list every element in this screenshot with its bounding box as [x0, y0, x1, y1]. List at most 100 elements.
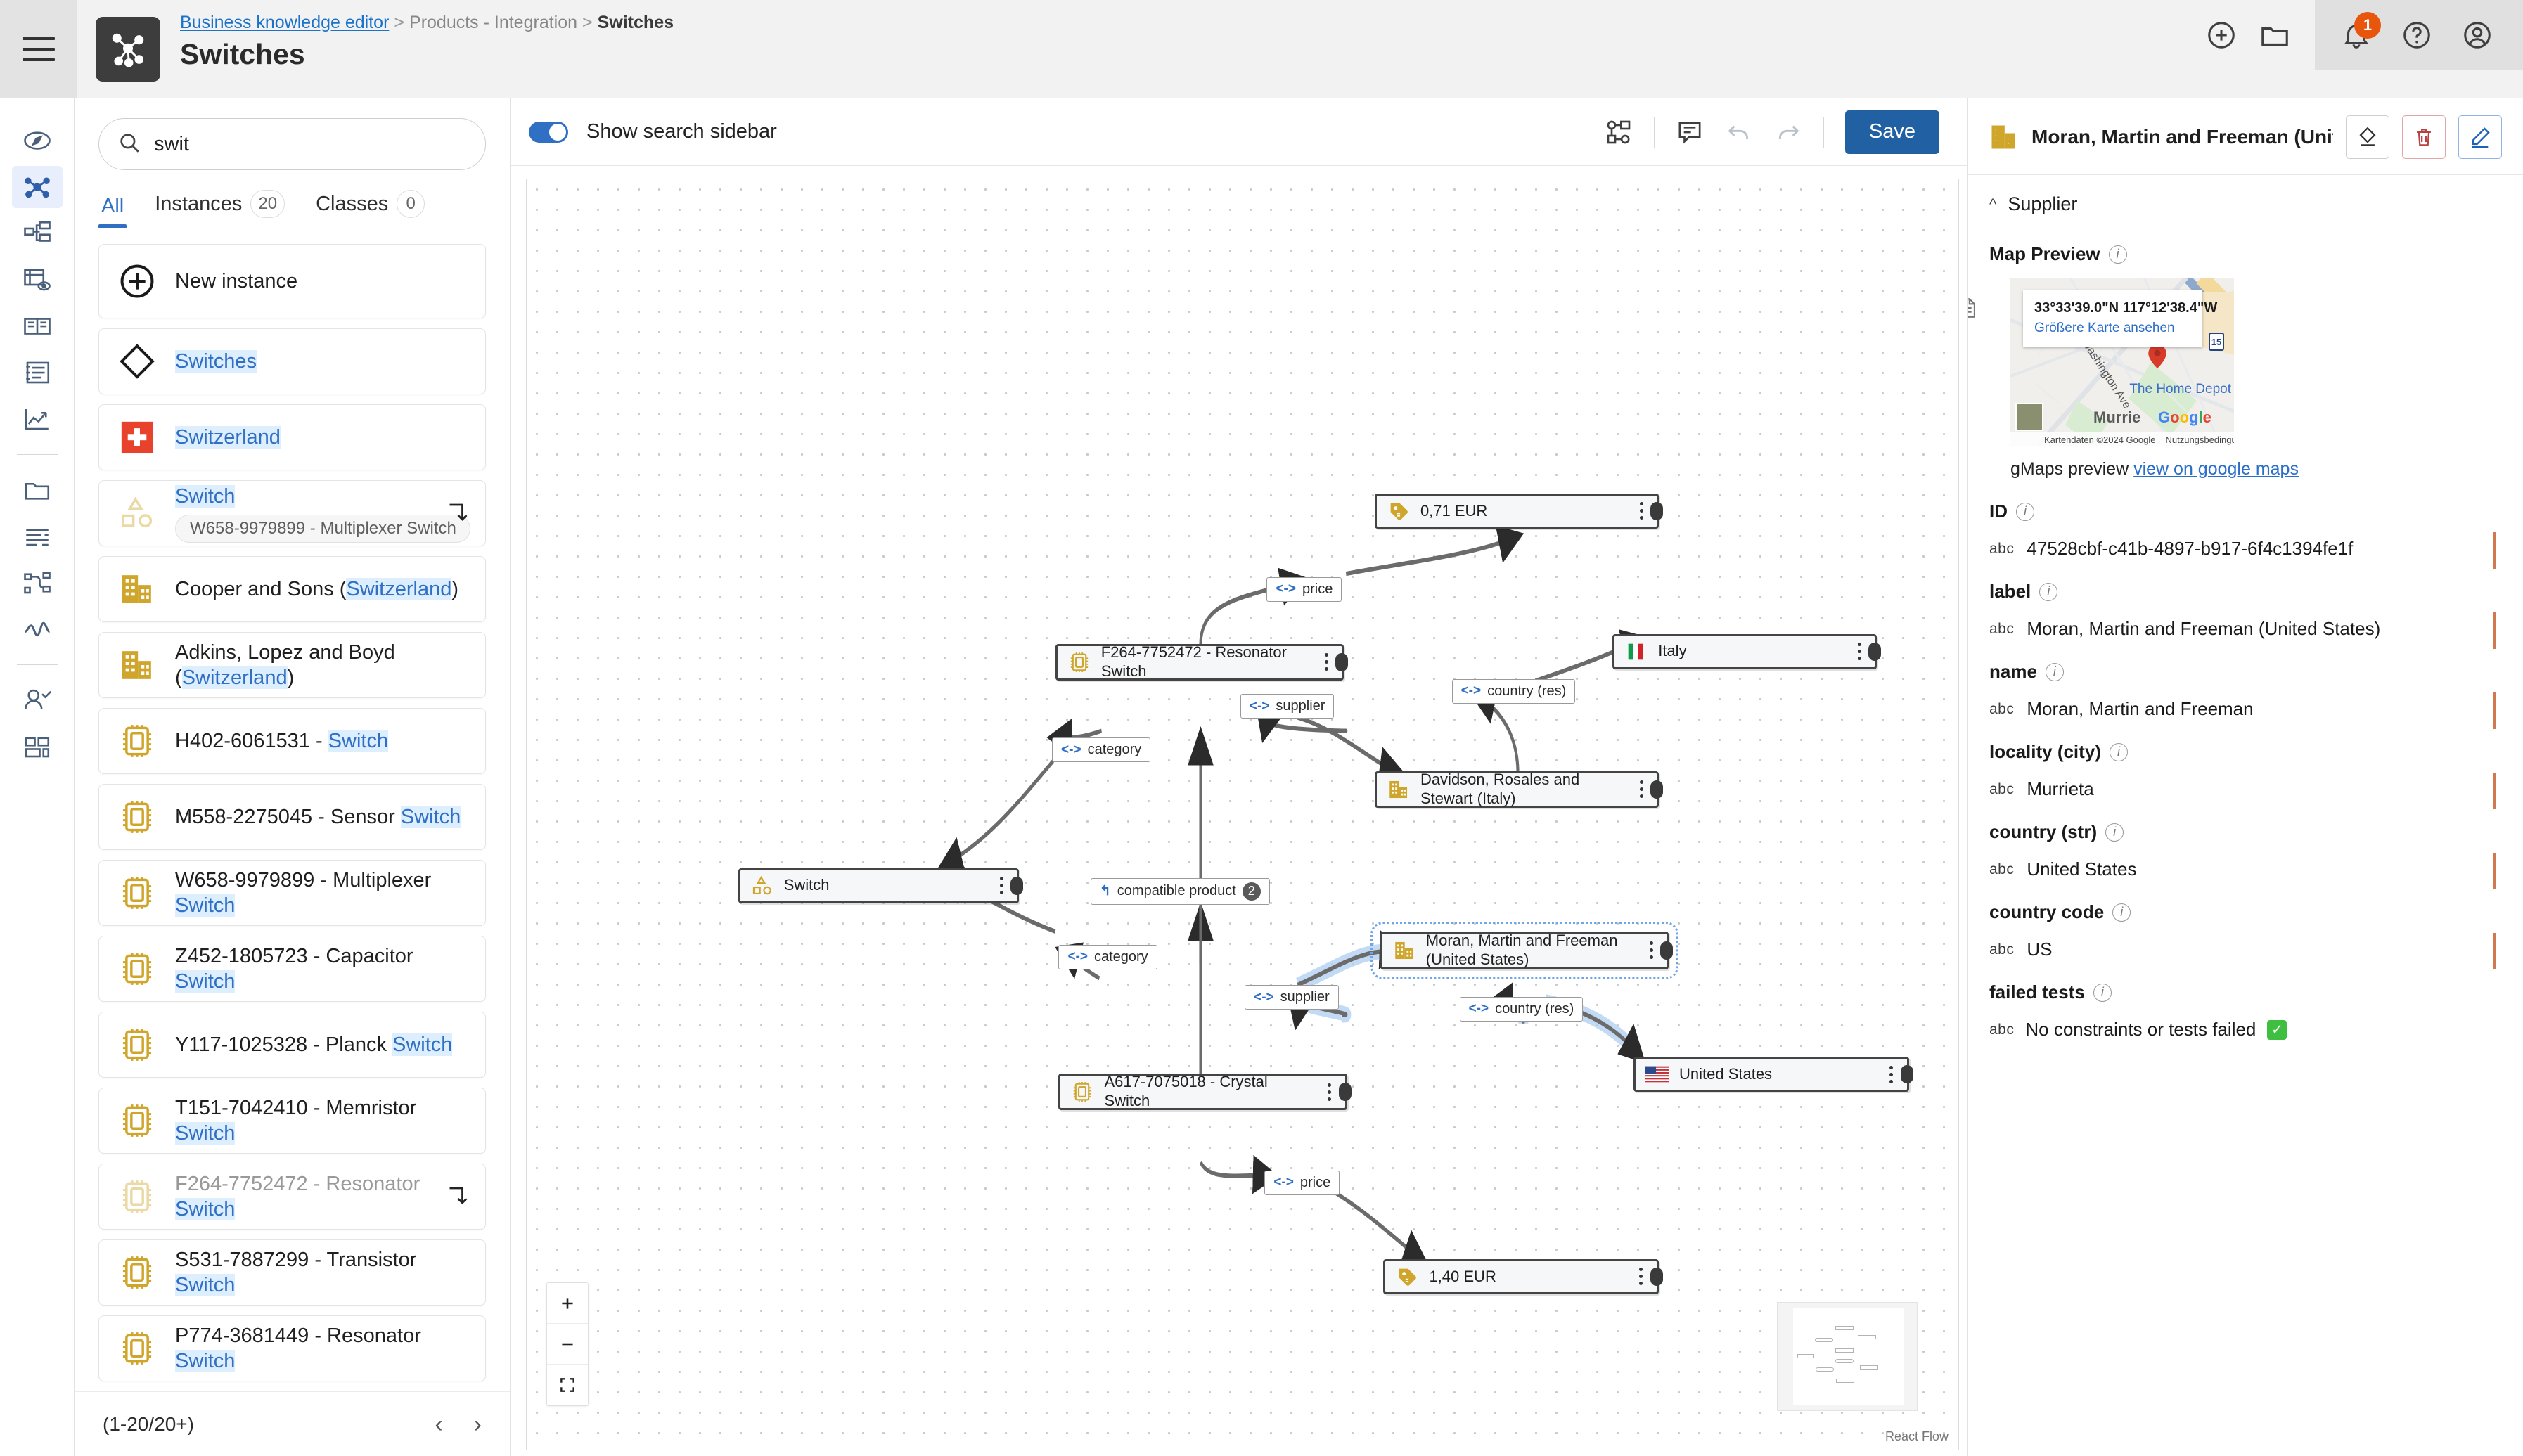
- map-preview[interactable]: arget 15 Washington Ave The Home Depot 3…: [2010, 278, 2234, 446]
- graph-node[interactable]: Switch: [738, 868, 1024, 903]
- map-satellite-thumbnail[interactable]: [2015, 403, 2043, 431]
- notes-icon[interactable]: [12, 352, 63, 394]
- info-icon[interactable]: i: [2112, 903, 2131, 922]
- search-input[interactable]: [154, 132, 467, 156]
- node-menu-button[interactable]: [1885, 1065, 1899, 1083]
- graph-node[interactable]: Davidson, Rosales and Stewart (Italy): [1374, 771, 1663, 808]
- list-item[interactable]: Z452-1805723 - Capacitor Switch: [98, 936, 486, 1002]
- list-item[interactable]: Y117-1025328 - Planck Switch: [98, 1012, 486, 1078]
- view-on-google-maps-link[interactable]: view on google maps: [2133, 459, 2299, 479]
- bell-icon[interactable]: 1: [2340, 12, 2381, 51]
- edge-label[interactable]: <-> category: [1052, 737, 1151, 763]
- node-connection-handle[interactable]: [1650, 501, 1663, 520]
- node-menu-button[interactable]: [1852, 643, 1866, 661]
- zoom-out-button[interactable]: [547, 1324, 588, 1365]
- supplier-section-header[interactable]: ^ Supplier: [1989, 175, 2502, 222]
- node-menu-button[interactable]: [1634, 780, 1648, 799]
- graph-node[interactable]: 0,71 EUR: [1374, 493, 1663, 529]
- edge-label[interactable]: <-> country (res): [1451, 678, 1576, 704]
- node-menu-button[interactable]: [1323, 1083, 1337, 1101]
- fit-view-button[interactable]: [547, 1365, 588, 1405]
- delete-icon[interactable]: [2402, 115, 2446, 159]
- menu-toggle-button[interactable]: [0, 0, 77, 98]
- edit-icon[interactable]: [2458, 115, 2502, 159]
- account-icon[interactable]: [2461, 19, 2493, 51]
- edge-label[interactable]: <-> price: [1266, 576, 1342, 602]
- plus-circle-icon[interactable]: [2205, 19, 2238, 51]
- layout-graph-icon[interactable]: [1605, 118, 1633, 146]
- pipeline-icon[interactable]: [12, 562, 63, 604]
- node-menu-button[interactable]: [994, 877, 1008, 895]
- map-terms-link[interactable]: Nutzungsbedingungen: [2165, 434, 2234, 445]
- zoom-in-button[interactable]: [547, 1283, 588, 1324]
- node-menu-button[interactable]: [1644, 941, 1658, 960]
- info-icon[interactable]: i: [2016, 502, 2034, 521]
- edge-label[interactable]: ↰ compatible product 2: [1090, 877, 1270, 905]
- erase-icon[interactable]: [2346, 115, 2389, 159]
- list-item[interactable]: W658-9979899 - Multiplexer Switch: [98, 860, 486, 926]
- info-icon[interactable]: i: [2039, 582, 2058, 601]
- folder-icon[interactable]: [12, 469, 63, 511]
- list-item[interactable]: Adkins, Lopez and Boyd (Switzerland): [98, 632, 486, 698]
- folder-icon[interactable]: [2259, 19, 2291, 51]
- info-icon[interactable]: i: [2093, 983, 2112, 1002]
- info-icon[interactable]: i: [2108, 245, 2127, 264]
- info-icon[interactable]: i: [2045, 662, 2064, 681]
- user-check-icon[interactable]: [12, 679, 63, 721]
- graph-canvas[interactable]: React Flow 0,71 EUR Italy F264-7752472 - R…: [526, 179, 1959, 1450]
- analytics-icon[interactable]: [12, 398, 63, 440]
- node-connection-handle[interactable]: [1900, 1065, 1913, 1084]
- undo-icon[interactable]: [1725, 118, 1753, 146]
- edge-label[interactable]: <-> supplier: [1245, 985, 1339, 1010]
- list-item[interactable]: Switch W658-9979899 - Multiplexer Switch: [98, 480, 486, 546]
- node-menu-button[interactable]: [1319, 653, 1333, 671]
- new-instance-button[interactable]: New instance: [98, 244, 486, 318]
- bigger-map-link[interactable]: Größere Karte ansehen: [2034, 321, 2175, 336]
- list-item[interactable]: T151-7042410 - Memristor Switch: [98, 1088, 486, 1154]
- breadcrumb-middle[interactable]: Products - Integration: [409, 13, 577, 32]
- save-button[interactable]: Save: [1844, 110, 1939, 154]
- graph-node[interactable]: Moran, Martin and Freeman (United States…: [1370, 921, 1679, 979]
- node-connection-handle[interactable]: [1650, 1267, 1663, 1286]
- goto-arrow-icon[interactable]: [444, 1184, 470, 1209]
- node-connection-handle[interactable]: [1335, 652, 1349, 671]
- info-icon[interactable]: i: [2105, 823, 2124, 842]
- list-item[interactable]: Switzerland: [98, 404, 486, 470]
- data-preview-icon[interactable]: [12, 259, 63, 301]
- graph-node[interactable]: United States: [1633, 1057, 1913, 1093]
- catalog-icon[interactable]: [12, 305, 63, 347]
- breadcrumb-root-link[interactable]: Business knowledge editor: [180, 13, 389, 32]
- tab-classes[interactable]: Classes 0: [313, 186, 428, 228]
- goto-arrow-icon[interactable]: [444, 501, 470, 526]
- graph-node[interactable]: Italy: [1612, 633, 1882, 669]
- signal-icon[interactable]: [12, 608, 63, 650]
- graph-node[interactable]: 1,40 EUR: [1383, 1258, 1663, 1294]
- show-search-sidebar-toggle[interactable]: [529, 121, 568, 143]
- tab-instances[interactable]: Instances 20: [152, 186, 288, 228]
- list-item[interactable]: H402-6061531 - Switch: [98, 708, 486, 774]
- list-item[interactable]: Cooper and Sons (Switzerland): [98, 556, 486, 622]
- edge-label[interactable]: <-> category: [1058, 944, 1157, 969]
- edge-label[interactable]: <-> country (res): [1459, 996, 1584, 1022]
- pager-next-button[interactable]: ›: [474, 1412, 482, 1436]
- compass-icon[interactable]: [12, 120, 63, 162]
- help-icon[interactable]: [2401, 19, 2433, 51]
- list-item[interactable]: Switches: [98, 328, 486, 394]
- node-connection-handle[interactable]: [1650, 780, 1663, 799]
- search-box[interactable]: [98, 118, 486, 170]
- graph-node[interactable]: F264-7752472 - Resonator Switch: [1055, 643, 1349, 681]
- list-item[interactable]: M558-2275045 - Sensor Switch: [98, 784, 486, 850]
- node-connection-handle[interactable]: [1868, 642, 1882, 661]
- redo-icon[interactable]: [1774, 118, 1802, 146]
- graph-node[interactable]: A617-7075018 - Crystal Switch: [1058, 1073, 1352, 1111]
- list-item[interactable]: F264-7752472 - Resonator Switch: [98, 1164, 486, 1230]
- list-icon[interactable]: [12, 515, 63, 558]
- data-model-icon[interactable]: [12, 212, 63, 255]
- canvas-minimap[interactable]: [1777, 1302, 1918, 1411]
- list-item[interactable]: S531-7887299 - Transistor Switch: [98, 1239, 486, 1306]
- tab-all[interactable]: All: [98, 191, 127, 228]
- node-connection-handle[interactable]: [1660, 941, 1674, 960]
- node-menu-button[interactable]: [1634, 1268, 1648, 1286]
- apps-icon[interactable]: [12, 726, 63, 768]
- node-connection-handle[interactable]: [1010, 876, 1024, 895]
